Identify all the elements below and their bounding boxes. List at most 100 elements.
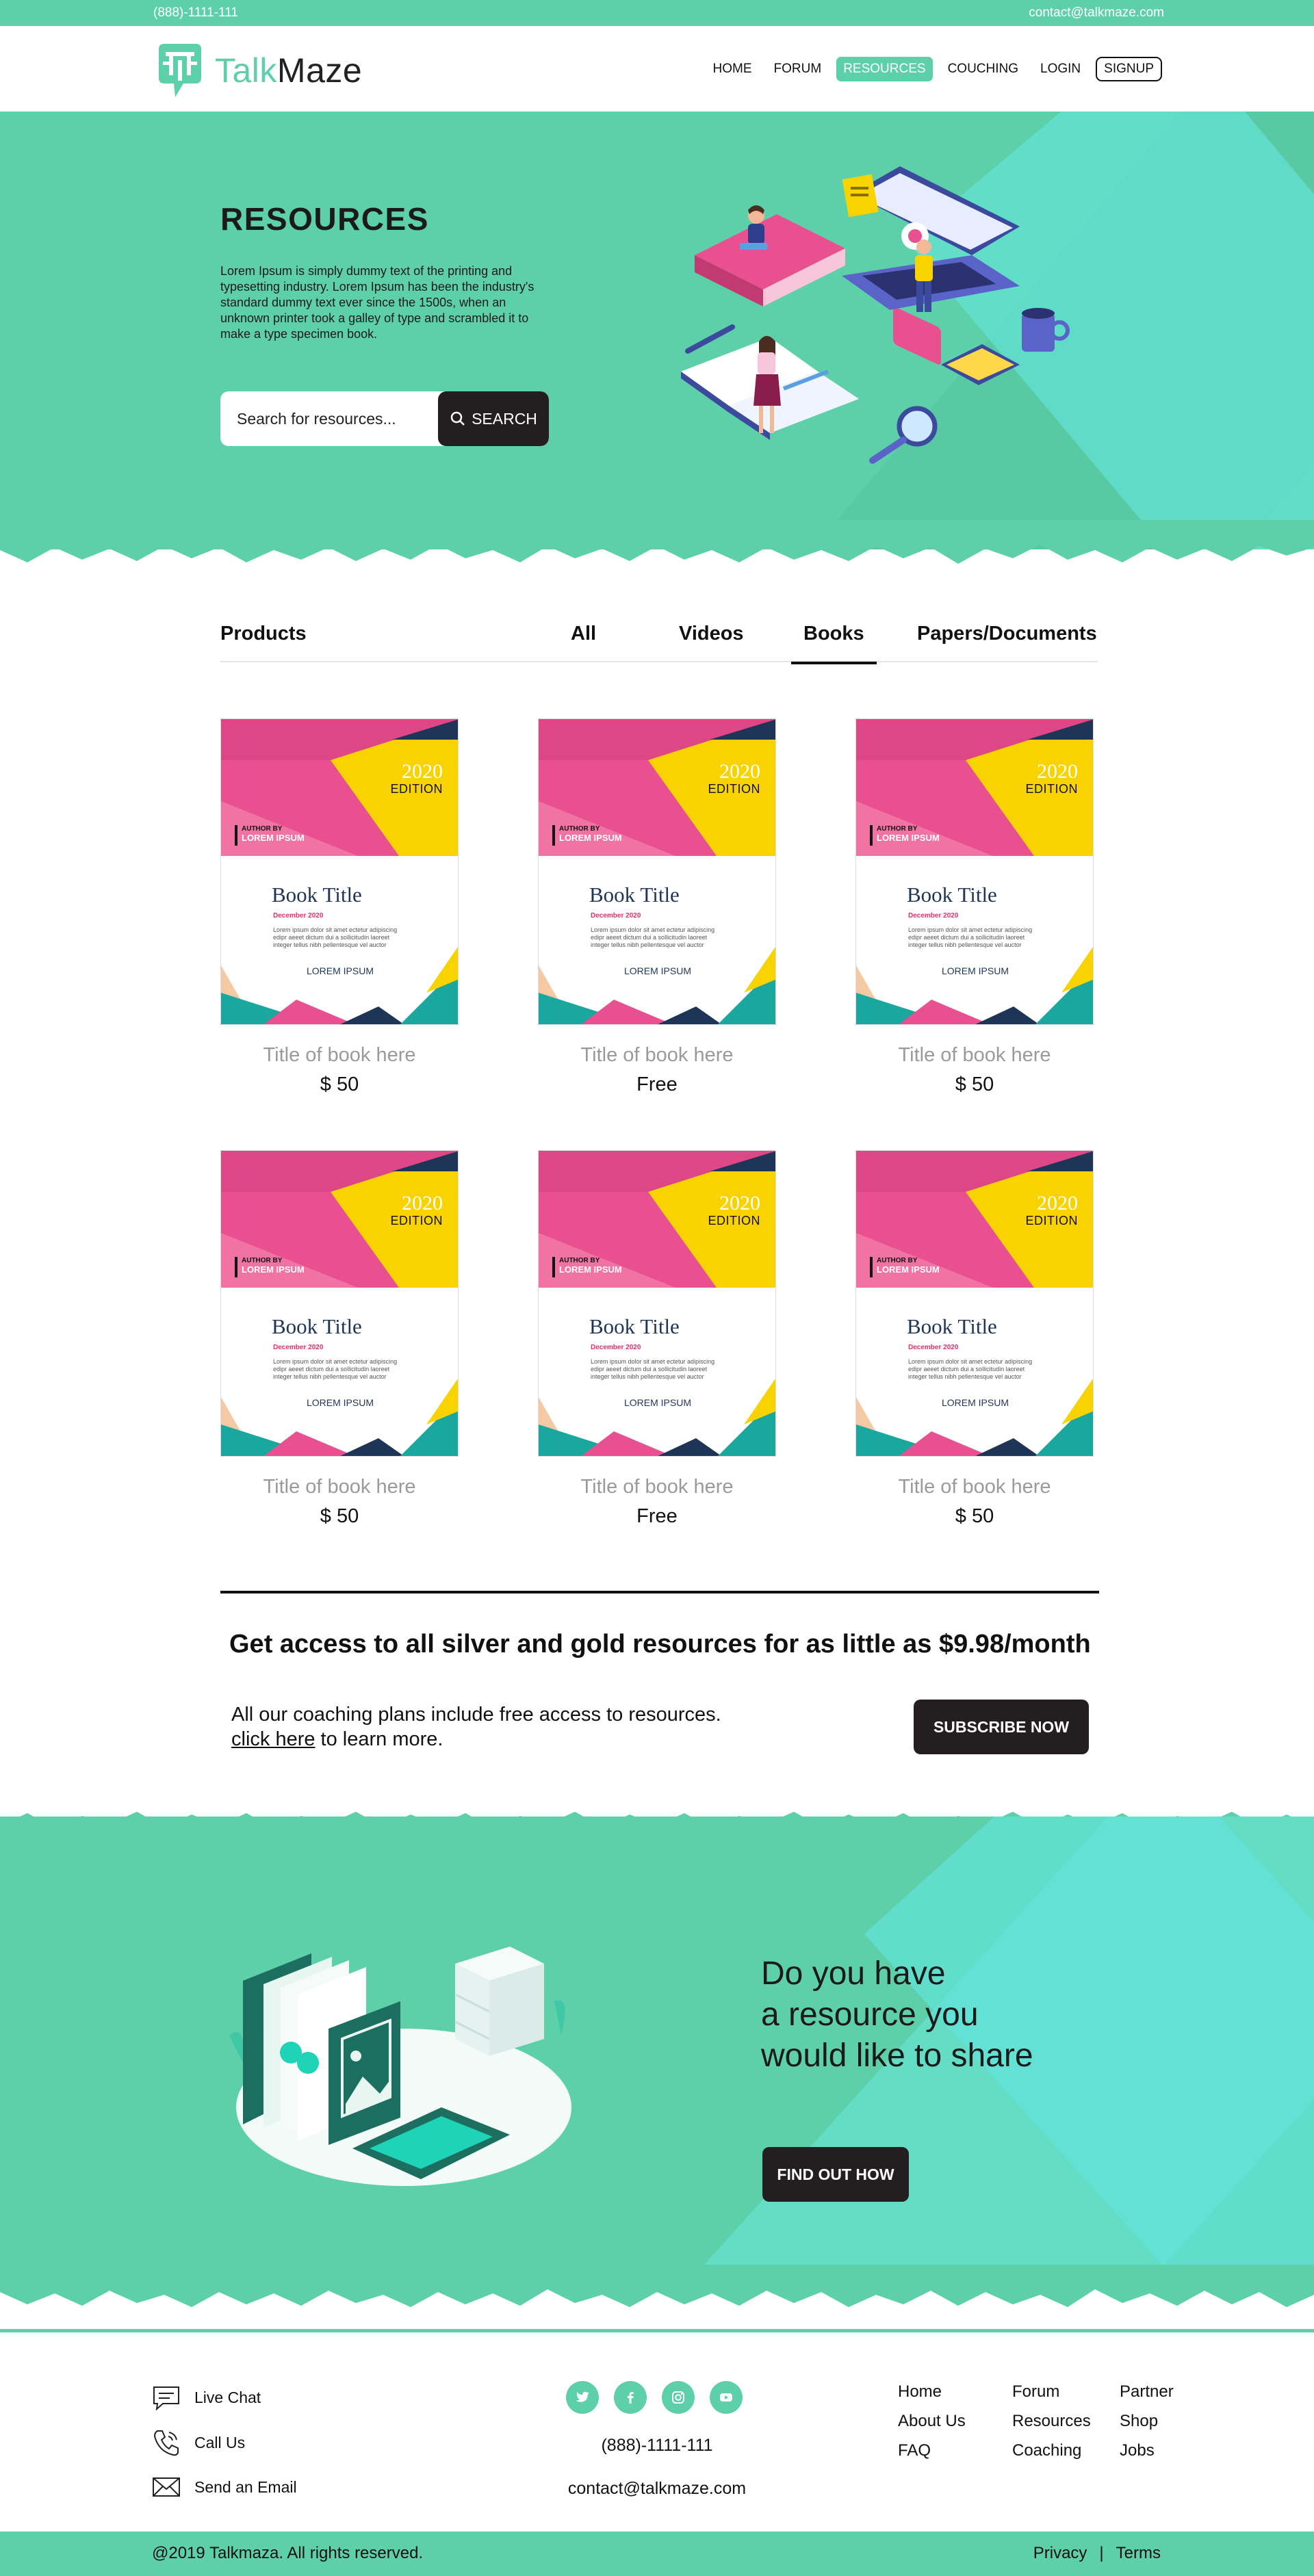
cover-lorem: Lorem ipsum dolor sit amet ectetur adipi…	[273, 926, 398, 948]
nav-couching[interactable]: COUCHING	[941, 57, 1025, 81]
footer-link-forum[interactable]: Forum	[1012, 2377, 1091, 2406]
book-card[interactable]: 2020 EDITION AUTHOR BY LOREM IPSUM Book Titl…	[220, 718, 459, 1096]
facebook-link[interactable]	[614, 2381, 647, 2414]
nav-signup-button[interactable]: SIGNUP	[1096, 57, 1162, 81]
cover-author: LOREM IPSUM	[559, 1264, 622, 1275]
main-nav: HOME FORUM RESOURCES COUCHING LOGIN SIGN…	[706, 57, 1162, 81]
footer-link-shop[interactable]: Shop	[1120, 2406, 1174, 2436]
cover-edition: EDITION	[390, 1214, 443, 1227]
share-resource-section: Do you have a resource you would like to…	[0, 1817, 1314, 2289]
live-chat-link[interactable]: Live Chat	[151, 2382, 261, 2413]
cover-author: LOREM IPSUM	[242, 1264, 305, 1275]
search-input[interactable]	[220, 391, 439, 446]
legal-separator: |	[1099, 2544, 1104, 2562]
top-phone[interactable]: (888)-1111-111	[153, 5, 238, 21]
twitter-link[interactable]	[566, 2381, 599, 2414]
book-card[interactable]: 2020 EDITION AUTHOR BY LOREM IPSUM Book Titl…	[220, 1150, 459, 1528]
book-title[interactable]: Title of book here	[538, 1044, 776, 1067]
cover-year: 2020	[1037, 760, 1078, 783]
logo[interactable]: TalkMaze	[153, 40, 362, 101]
footer-phone[interactable]: (888)-1111-111	[0, 2436, 1314, 2456]
tab-all[interactable]: All	[571, 623, 596, 645]
share-heading-line: would like to share	[761, 2038, 1033, 2074]
cover-lorem: Lorem ipsum dolor sit amet ectetur adipi…	[908, 926, 1033, 948]
torn-paper-edge	[0, 2265, 1314, 2307]
book-cover-image[interactable]: 2020 EDITION AUTHOR BY LOREM IPSUM Book Titl…	[855, 1150, 1094, 1457]
book-title[interactable]: Title of book here	[538, 1476, 776, 1498]
footer-link-resources[interactable]: Resources	[1012, 2406, 1091, 2436]
tab-books[interactable]: Books	[791, 623, 877, 664]
search-icon	[450, 411, 465, 426]
book-price: $ 50	[320, 1074, 359, 1095]
cover-author: LOREM IPSUM	[559, 833, 622, 843]
book-cover-image[interactable]: 2020 EDITION AUTHOR BY LOREM IPSUM Book Titl…	[220, 718, 459, 1025]
cover-date: December 2020	[908, 912, 959, 920]
cover-date: December 2020	[273, 912, 324, 920]
top-email[interactable]: contact@talkmaze.com	[1029, 5, 1164, 21]
tab-papers-documents[interactable]: Papers/Documents	[917, 623, 1097, 645]
study-illustration	[681, 166, 1070, 464]
book-cover-image[interactable]: 2020 EDITION AUTHOR BY LOREM IPSUM Book Titl…	[855, 718, 1094, 1025]
cover-author-bottom: LOREM IPSUM	[623, 1397, 691, 1408]
book-title[interactable]: Title of book here	[220, 1476, 459, 1498]
search-box: SEARCH	[220, 391, 549, 446]
subscribe-now-button[interactable]: SUBSCRIBE NOW	[914, 1700, 1089, 1754]
learn-more-link[interactable]: click here	[231, 1728, 315, 1750]
book-card[interactable]: 2020 EDITION AUTHOR BY LOREM IPSUM Book Titl…	[538, 718, 776, 1096]
cover-bar	[235, 1257, 237, 1277]
book-card[interactable]: 2020 EDITION AUTHOR BY LOREM IPSUM Book Titl…	[538, 1150, 776, 1528]
footer-link-faq[interactable]: FAQ	[898, 2436, 966, 2465]
book-title[interactable]: Title of book here	[855, 1476, 1094, 1498]
footer-bottom-bar: @2019 Talkmaza. All rights reserved. Pri…	[0, 2532, 1314, 2576]
search-button[interactable]: SEARCH	[438, 391, 549, 446]
book-card[interactable]: 2020 EDITION AUTHOR BY LOREM IPSUM Book Titl…	[855, 718, 1094, 1096]
cover-bar	[235, 825, 237, 846]
cover-date: December 2020	[273, 1344, 324, 1351]
book-price: $ 50	[320, 1505, 359, 1527]
social-links	[566, 2381, 743, 2414]
footer-link-coaching[interactable]: Coaching	[1012, 2436, 1091, 2465]
cover-lorem: Lorem ipsum dolor sit amet ectetur adipi…	[908, 1358, 1033, 1380]
products-heading: Products	[220, 623, 307, 645]
nav-forum[interactable]: FORUM	[767, 57, 829, 81]
terms-link[interactable]: Terms	[1116, 2544, 1161, 2563]
book-title[interactable]: Title of book here	[220, 1044, 459, 1067]
footer-link-home[interactable]: Home	[898, 2377, 966, 2406]
footer-link-about-us[interactable]: About Us	[898, 2406, 966, 2436]
book-cover-image[interactable]: 2020 EDITION AUTHOR BY LOREM IPSUM Book Titl…	[220, 1150, 459, 1457]
nav-resources[interactable]: RESOURCES	[836, 57, 933, 81]
subscribe-text: All our coaching plans include free acce…	[231, 1702, 721, 1752]
twitter-icon	[576, 2391, 589, 2402]
nav-login[interactable]: LOGIN	[1033, 57, 1087, 81]
footer-links-col3: Partner Shop Jobs	[1120, 2377, 1174, 2465]
instagram-link[interactable]	[662, 2381, 695, 2414]
cover-book-title: Book Title	[272, 883, 362, 907]
book-card[interactable]: 2020 EDITION AUTHOR BY LOREM IPSUM Book Titl…	[855, 1150, 1094, 1528]
book-price: $ 50	[955, 1074, 994, 1095]
cover-bar	[870, 825, 873, 846]
hero-section: RESOURCES Lorem Ipsum is simply dummy te…	[0, 112, 1314, 549]
cover-author-by: AUTHOR BY	[242, 1257, 283, 1264]
tab-videos[interactable]: Videos	[679, 623, 744, 645]
cover-bar	[870, 1257, 873, 1277]
book-title[interactable]: Title of book here	[855, 1044, 1094, 1067]
top-bar: (888)-1111-111 contact@talkmaze.com	[0, 0, 1314, 26]
subscribe-title: Get access to all silver and gold resour…	[229, 1630, 1091, 1658]
cover-edition: EDITION	[708, 782, 760, 796]
book-cover-image[interactable]: 2020 EDITION AUTHOR BY LOREM IPSUM Book Titl…	[538, 1150, 776, 1457]
cover-author-by: AUTHOR BY	[877, 1257, 918, 1264]
youtube-icon	[720, 2393, 732, 2402]
cover-year: 2020	[719, 1192, 760, 1214]
page: (888)-1111-111 contact@talkmaze.com Talk…	[0, 0, 1314, 2576]
youtube-link[interactable]	[710, 2381, 743, 2414]
legal-links: Privacy | Terms	[1033, 2544, 1161, 2563]
footer-top-line	[0, 2329, 1314, 2332]
footer-email[interactable]: contact@talkmaze.com	[0, 2479, 1314, 2499]
privacy-link[interactable]: Privacy	[1033, 2544, 1087, 2563]
footer-link-jobs[interactable]: Jobs	[1120, 2436, 1174, 2465]
nav-home[interactable]: HOME	[706, 57, 759, 81]
footer-link-partner[interactable]: Partner	[1120, 2377, 1174, 2406]
share-heading-line: a resource you	[761, 1996, 979, 2033]
find-out-how-button[interactable]: FIND OUT HOW	[762, 2147, 909, 2202]
book-cover-image[interactable]: 2020 EDITION AUTHOR BY LOREM IPSUM Book Titl…	[538, 718, 776, 1025]
